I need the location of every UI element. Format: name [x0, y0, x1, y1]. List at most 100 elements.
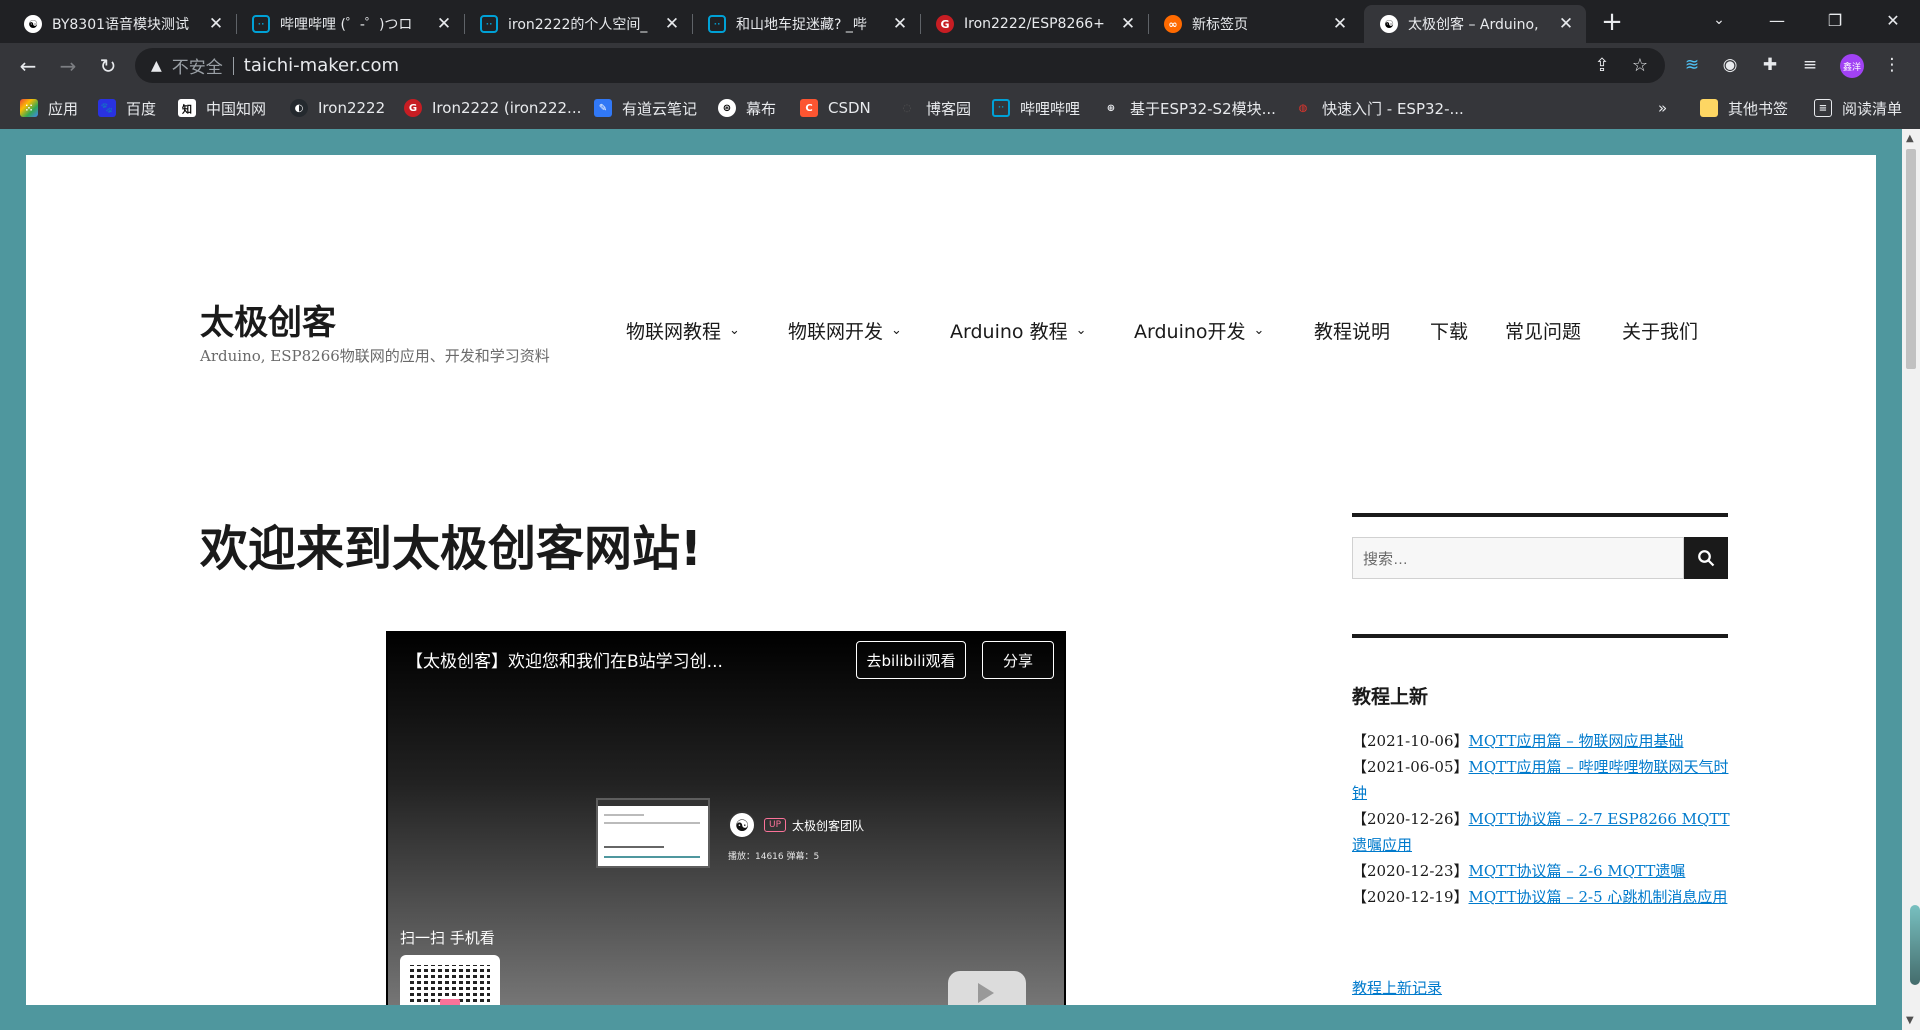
close-window-button[interactable]: ✕ [1864, 0, 1920, 40]
bookmark-baidu[interactable]: 🐾 百度 [98, 96, 156, 120]
close-icon[interactable]: ✕ [1556, 14, 1576, 34]
media-control-icon[interactable]: ≡ [1796, 51, 1824, 79]
scan-to-watch-label: 扫一扫 手机看 [400, 929, 495, 947]
menu-item-iot-tutorials[interactable]: 物联网教程 ⌄ [626, 317, 740, 344]
close-icon[interactable]: ✕ [1330, 14, 1350, 34]
more-updates-link[interactable]: 教程上新记录 [1352, 977, 1442, 998]
thumbnail-header [598, 800, 708, 806]
bilibili-icon: ᐧᐧ [708, 15, 726, 33]
bilibili-icon: ᐧᐧ [480, 15, 498, 33]
bookmark-cnki[interactable]: 知 中国知网 [178, 96, 266, 120]
site-page: 太极创客 Arduino, ESP8266物联网的应用、开发和学习资料 物联网教… [26, 155, 1876, 1005]
tab-gitee-esp8266[interactable]: G Iron2222/ESP8266+ ✕ [920, 5, 1148, 43]
list-item: 【2021-10-06】MQTT应用篇 – 物联网应用基础 [1352, 732, 1684, 750]
reload-button[interactable]: ↻ [92, 50, 124, 82]
scrollbar-thumb[interactable] [1906, 149, 1916, 369]
bookmark-cnblogs[interactable]: ◌ 博客园 [898, 96, 971, 120]
apps-grid-icon: ⁙ [20, 99, 38, 117]
close-icon[interactable]: ✕ [662, 14, 682, 34]
minimize-button[interactable]: — [1748, 0, 1806, 40]
menu-item-iot-development[interactable]: 物联网开发 ⌄ [788, 317, 902, 344]
folder-icon [1700, 99, 1718, 117]
restore-button[interactable]: ❐ [1806, 0, 1864, 40]
menu-item-arduino-development[interactable]: Arduino开发 ⌄ [1134, 317, 1264, 344]
address-bar[interactable]: ▲ 不安全 taichi-maker.com [135, 48, 1665, 83]
video-title[interactable]: 【太极创客】欢迎您和我们在B站学习创... [406, 647, 723, 672]
tab-taichi-maker[interactable]: ☯ 太极创客 – Arduino, ✕ [1364, 5, 1586, 43]
menu-item-faq[interactable]: 常见问题 [1505, 317, 1581, 344]
reading-list[interactable]: ≡ 阅读清单 [1814, 96, 1902, 120]
tab-search-chevron-icon[interactable]: ⌄ [1690, 0, 1748, 40]
vertical-scrollbar[interactable]: ▲ ▼ [1902, 129, 1920, 1030]
menu-item-arduino-tutorials[interactable]: Arduino 教程 ⌄ [950, 317, 1086, 344]
bookmark-apps[interactable]: ⁙ 应用 [20, 96, 78, 120]
browser-toolbar: ← → ↻ ▲ 不安全 taichi-maker.com ⇪ ☆ ≋ ◉ ✚ ≡… [0, 43, 1920, 88]
bookmark-bilibili[interactable]: ᐧᐧ 哔哩哔哩 [992, 96, 1080, 120]
bookmark-esp32-s2[interactable]: ⊕ 基于ESP32-S2模块... [1102, 96, 1276, 120]
bilibili-tv-icon [440, 999, 460, 1005]
menu-item-about-us[interactable]: 关于我们 [1622, 317, 1698, 344]
url-text[interactable]: taichi-maker.com [244, 55, 399, 76]
site-title[interactable]: 太极创客 [200, 295, 336, 344]
chevron-down-icon: ⌄ [729, 323, 740, 338]
new-tab-page-icon: ∞ [1164, 15, 1182, 33]
sidebar-divider [1352, 513, 1728, 517]
gitee-icon: G [936, 15, 954, 33]
menu-item-tutorial-notes[interactable]: 教程说明 [1314, 317, 1390, 344]
bookmark-csdn[interactable]: C CSDN [800, 96, 871, 120]
chevron-down-icon: ⌄ [891, 323, 902, 338]
author-avatar[interactable]: ☯ [728, 811, 756, 839]
tab-by8301[interactable]: ☯ BY8301语音模块测试 ✕ [8, 5, 236, 43]
tab-iron2222-space[interactable]: ᐧᐧ iron2222的个人空间_ ✕ [464, 5, 692, 43]
warning-icon[interactable]: ▲ [151, 58, 162, 74]
bookmark-github[interactable]: ◐ Iron2222 [290, 96, 385, 120]
forward-button[interactable]: → [52, 50, 84, 82]
menu-kebab-icon[interactable]: ⋮ [1878, 51, 1906, 79]
watch-on-bilibili-button[interactable]: 去bilibili观看 [856, 641, 966, 679]
bookmark-youdao[interactable]: ✎ 有道云笔记 [594, 96, 697, 120]
search-input[interactable]: 搜索… [1352, 537, 1684, 579]
widget-title: 教程上新 [1352, 686, 1429, 708]
bookmark-gitee[interactable]: G Iron2222 (iron222... [404, 96, 581, 120]
tab-new-tab[interactable]: ∞ 新标签页 ✕ [1148, 5, 1360, 43]
extensions-puzzle-icon[interactable]: ✚ [1756, 51, 1784, 79]
security-label[interactable]: 不安全 [172, 53, 223, 78]
bookmark-esp32-quickstart[interactable]: ◍ 快速入门 - ESP32-... [1294, 96, 1464, 120]
bookmark-star-icon[interactable]: ☆ [1626, 51, 1654, 79]
cnki-icon: 知 [178, 99, 196, 117]
close-icon[interactable]: ✕ [1118, 14, 1138, 34]
back-button[interactable]: ← [12, 50, 44, 82]
video-thumbnail[interactable] [596, 798, 710, 868]
floating-side-widget[interactable] [1910, 905, 1920, 985]
wifi-extension-icon[interactable]: ≋ [1678, 51, 1706, 79]
tab-bilibili-home[interactable]: ᐧᐧ 哔哩哔哩 (゜-゜)つロ ✕ [236, 5, 464, 43]
search-button[interactable] [1684, 537, 1728, 579]
thumbnail-line [604, 814, 644, 816]
globe-icon: ⊕ [1106, 102, 1116, 114]
menu-item-download[interactable]: 下载 [1430, 317, 1468, 344]
scroll-down-arrow-icon[interactable]: ▼ [1906, 1015, 1914, 1026]
close-icon[interactable]: ✕ [434, 14, 454, 34]
other-bookmarks-folder[interactable]: 其他书签 [1700, 96, 1788, 120]
extension-eyes-icon[interactable]: ◉ [1716, 51, 1744, 79]
play-icon [978, 983, 994, 1003]
video-player[interactable]: 【太极创客】欢迎您和我们在B站学习创... 去bilibili观看 分享 ☯ U… [386, 631, 1066, 1005]
sidebar-divider [1352, 634, 1728, 638]
close-icon[interactable]: ✕ [206, 14, 226, 34]
post-link[interactable]: MQTT协议篇 – 2-6 MQTT遗嘱 [1469, 862, 1686, 880]
post-link[interactable]: MQTT协议篇 – 2-5 心跳机制消息应用 [1469, 888, 1728, 906]
new-tab-button[interactable]: + [1598, 7, 1626, 37]
close-icon[interactable]: ✕ [890, 14, 910, 34]
avatar[interactable]: 鑫洋 [1840, 54, 1864, 78]
up-badge: UP [764, 818, 787, 832]
scroll-up-arrow-icon[interactable]: ▲ [1906, 133, 1914, 144]
author-name[interactable]: 太极创客团队 [792, 817, 864, 834]
tab-mountain-bike[interactable]: ᐧᐧ 和山地车捉迷藏? _哔 ✕ [692, 5, 920, 43]
bookmark-mubu[interactable]: ⊛ 幕布 [718, 96, 776, 120]
share-icon[interactable]: ⇪ [1588, 51, 1616, 79]
taichi-icon: ☯ [1380, 15, 1398, 33]
post-link[interactable]: MQTT应用篇 – 物联网应用基础 [1469, 732, 1684, 750]
share-button[interactable]: 分享 [982, 641, 1054, 679]
bookmarks-overflow-chevron[interactable]: » [1658, 96, 1667, 120]
play-tv-icon[interactable] [948, 971, 1026, 1005]
